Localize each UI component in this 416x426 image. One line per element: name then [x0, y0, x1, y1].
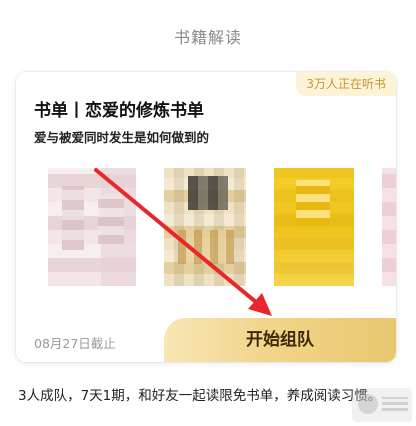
- book-list-card[interactable]: 3万人正在听书 书单丨恋爱的修炼书单 爱与被爱同时发生是如何做到的 08月27日…: [16, 72, 396, 362]
- book-cover-1[interactable]: [48, 168, 136, 286]
- watermark-badge-icon: [358, 394, 378, 414]
- start-team-button[interactable]: 开始组队: [164, 318, 396, 362]
- watermark-logo: [352, 388, 412, 422]
- card-title: 书单丨恋爱的修炼书单: [34, 101, 204, 121]
- watermark-text-lines: [382, 397, 408, 411]
- description-text: 3人成队，7天1期，和好友一起读限免书单，养成阅读习惯。: [18, 388, 382, 404]
- book-cover-2[interactable]: [164, 168, 246, 286]
- book-covers-row: [16, 168, 396, 298]
- book-cover-3[interactable]: [274, 168, 354, 286]
- section-title: 书籍解读: [173, 28, 242, 47]
- card-subtitle: 爱与被爱同时发生是如何做到的: [34, 130, 210, 145]
- deadline-text: 08月27日截止: [34, 336, 116, 351]
- listeners-badge: 3万人正在听书: [296, 72, 396, 96]
- book-cover-4[interactable]: [382, 168, 396, 286]
